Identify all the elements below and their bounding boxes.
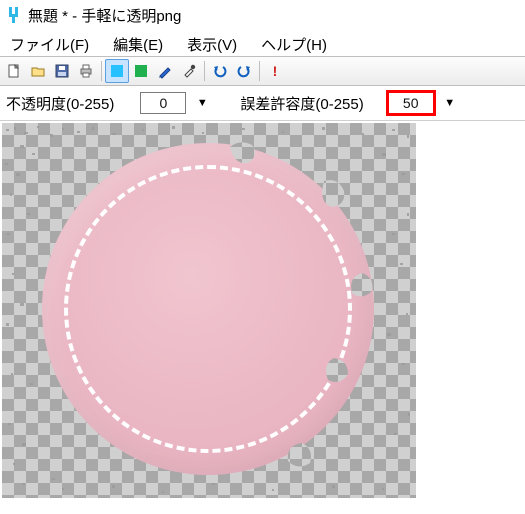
menu-file[interactable]: ファイル(F) bbox=[4, 32, 97, 57]
toolbar-separator bbox=[204, 61, 205, 81]
eyedropper-tool-button[interactable] bbox=[177, 59, 201, 83]
pen-tool-button[interactable] bbox=[153, 59, 177, 83]
fill-tool-button[interactable] bbox=[105, 59, 129, 83]
redo-button[interactable] bbox=[232, 59, 256, 83]
params-bar: 不透明度(0-255) ▼ 誤差許容度(0-255) ▼ bbox=[0, 86, 525, 121]
tolerance-dropdown[interactable]: ▼ bbox=[440, 92, 460, 114]
toolbar-separator bbox=[259, 61, 260, 81]
save-file-button[interactable] bbox=[50, 59, 74, 83]
titlebar: 無題 * - 手軽に透明png bbox=[0, 0, 525, 30]
toolbar: ! bbox=[0, 56, 525, 86]
menu-edit[interactable]: 編集(E) bbox=[107, 32, 171, 57]
window-title: 無題 * - 手軽に透明png bbox=[28, 5, 181, 26]
opacity-input[interactable] bbox=[140, 92, 186, 114]
menu-view[interactable]: 表示(V) bbox=[181, 32, 245, 57]
open-file-button[interactable] bbox=[26, 59, 50, 83]
tolerance-input[interactable] bbox=[388, 92, 434, 114]
help-button[interactable]: ! bbox=[263, 59, 287, 83]
image-torn-edges bbox=[2, 123, 416, 498]
chevron-down-icon: ▼ bbox=[197, 97, 208, 109]
menubar: ファイル(F) 編集(E) 表示(V) ヘルプ(H) bbox=[0, 32, 525, 56]
opacity-dropdown[interactable]: ▼ bbox=[192, 92, 212, 114]
app-icon bbox=[6, 6, 22, 24]
chevron-down-icon: ▼ bbox=[444, 97, 455, 109]
canvas-area[interactable] bbox=[0, 121, 525, 514]
opacity-label: 不透明度(0-255) bbox=[6, 93, 114, 114]
undo-button[interactable] bbox=[208, 59, 232, 83]
print-button[interactable] bbox=[74, 59, 98, 83]
tolerance-label: 誤差許容度(0-255) bbox=[240, 93, 363, 114]
menu-help[interactable]: ヘルプ(H) bbox=[255, 32, 335, 57]
new-file-button[interactable] bbox=[2, 59, 26, 83]
eraser-tool-button[interactable] bbox=[129, 59, 153, 83]
toolbar-separator bbox=[101, 61, 102, 81]
svg-text:!: ! bbox=[273, 63, 278, 79]
